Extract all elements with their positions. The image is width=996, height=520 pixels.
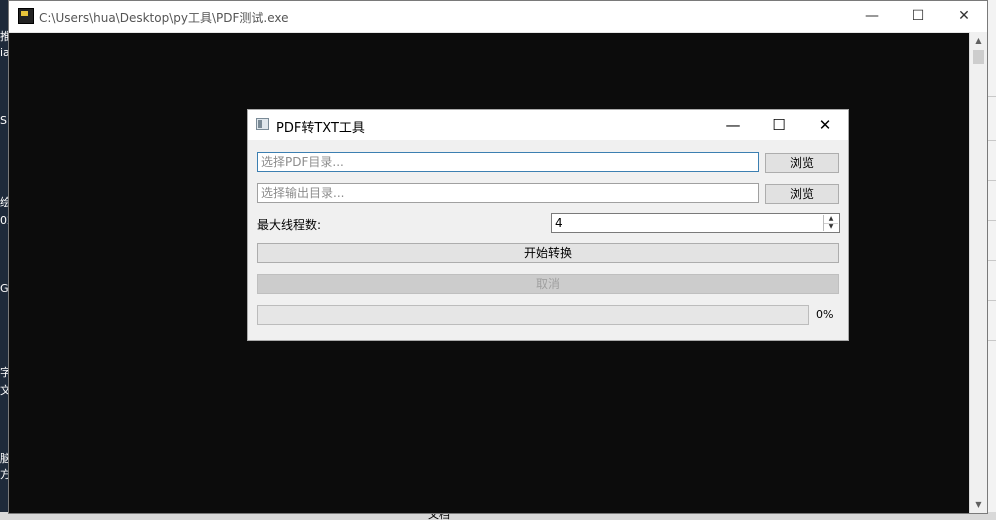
output-directory-input[interactable] (257, 183, 759, 203)
divider (988, 260, 996, 261)
browse-pdf-button[interactable]: 浏览 (765, 153, 839, 173)
spin-down-arrow-icon[interactable]: ▼ (824, 223, 838, 231)
console-title: C:\Users\hua\Desktop\py工具\PDF测试.exe (39, 11, 289, 25)
progress-percent: 0% (816, 308, 834, 321)
console-minimize-button[interactable]: — (849, 1, 895, 32)
scrollbar-thumb[interactable] (973, 50, 984, 64)
window-app-icon (256, 118, 269, 130)
dialog-minimize-button[interactable]: — (710, 110, 756, 140)
browse-output-button[interactable]: 浏览 (765, 184, 839, 204)
dialog-title: PDF转TXT工具 (276, 121, 365, 136)
console-titlebar[interactable]: C:\Users\hua\Desktop\py工具\PDF测试.exe — ☐ … (9, 1, 987, 33)
divider (988, 340, 996, 341)
dialog-close-button[interactable]: ✕ (802, 110, 848, 140)
scroll-down-arrow-icon[interactable]: ▼ (970, 496, 987, 513)
start-convert-button[interactable]: 开始转换 (257, 243, 839, 263)
cancel-button[interactable]: 取消 (257, 274, 839, 294)
divider (988, 96, 996, 97)
max-threads-value[interactable]: 4 (555, 215, 563, 231)
console-scrollbar[interactable]: ▲ ▼ (969, 32, 987, 513)
conversion-progress-bar (257, 305, 809, 325)
spin-buttons: ▲ ▼ (823, 215, 838, 231)
dialog-maximize-button[interactable]: ☐ (756, 110, 802, 140)
pdf-to-txt-dialog: PDF转TXT工具 — ☐ ✕ 浏览 浏览 最大线程数: 4 ▲ ▼ 开始转换 … (247, 109, 849, 341)
console-maximize-button[interactable]: ☐ (895, 1, 941, 32)
scroll-up-arrow-icon[interactable]: ▲ (970, 32, 987, 49)
divider (988, 220, 996, 221)
divider (988, 180, 996, 181)
console-close-button[interactable]: ✕ (941, 1, 987, 32)
dialog-titlebar[interactable]: PDF转TXT工具 — ☐ ✕ (248, 110, 848, 140)
divider (988, 140, 996, 141)
max-threads-spinbox[interactable]: 4 ▲ ▼ (551, 213, 840, 233)
python-app-icon (18, 8, 34, 24)
divider (988, 300, 996, 301)
pdf-directory-input[interactable] (257, 152, 759, 172)
max-threads-label: 最大线程数: (257, 218, 322, 232)
